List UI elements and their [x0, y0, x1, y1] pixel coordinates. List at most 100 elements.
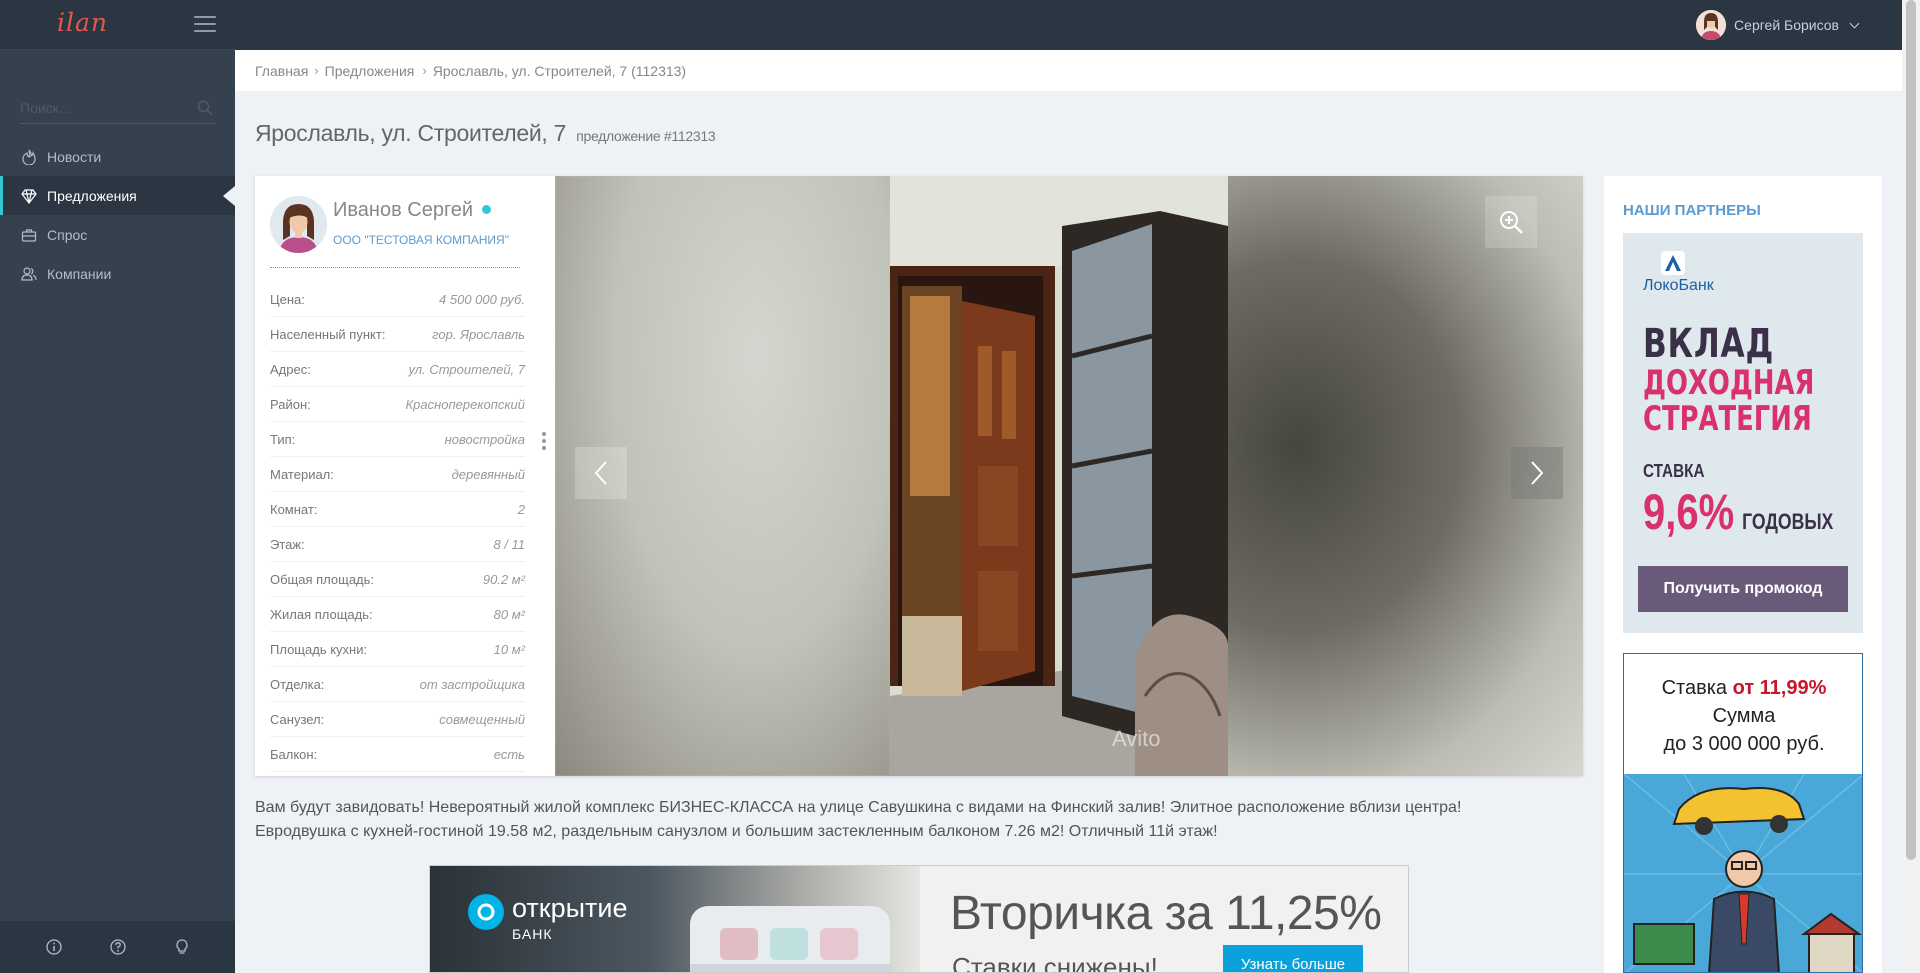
loan-ad[interactable]: Ставка от 11,99% Сумма до 3 000 000 руб. [1623, 653, 1863, 973]
photo-gallery: Avito [555, 176, 1583, 776]
ad-rate-label: СТАВКА [1643, 461, 1705, 481]
user-menu[interactable]: Сергей Борисов [1696, 10, 1860, 40]
property-label: Тип: [270, 431, 296, 447]
ad-rate: 9,6% ГОДОВЫХ [1643, 483, 1833, 541]
sidebar-item-companies[interactable]: Компании [0, 254, 235, 293]
property-label: Населенный пункт: [270, 326, 386, 342]
gallery-prev-button[interactable] [575, 447, 627, 499]
sidebar-item-label: Спрос [47, 226, 88, 243]
chevron-right-icon [1531, 461, 1544, 485]
property-value: Красноперекопский [405, 396, 525, 412]
zoom-icon [1500, 211, 1523, 234]
property-row: Адрес: ул. Строителей, 7 [270, 352, 525, 387]
property-label: Балкон: [270, 746, 318, 762]
app-logo[interactable]: ilan [57, 8, 108, 37]
property-value: ул. Строителей, 7 [408, 361, 525, 377]
agent-name-text: Иванов Сергей [333, 199, 474, 221]
sidebar-item-label: Предложения [47, 187, 137, 204]
gallery-next-button[interactable] [1511, 447, 1563, 499]
agent-company[interactable]: ООО "ТЕСТОВАЯ КОМПАНИЯ" [333, 233, 509, 247]
lokobank-ad[interactable]: ЛокоБанк ВКЛАД ДОХОДНАЯ СТРАТЕГИЯ СТАВКА… [1623, 233, 1863, 633]
gallery-photo[interactable]: Avito [890, 176, 1228, 776]
learn-more-button[interactable]: Узнать больше [1223, 945, 1363, 972]
info-icon[interactable] [45, 938, 63, 956]
loan-ad-line-1: Ставка от 11,99% [1624, 674, 1862, 702]
banner-brand: открытие [512, 893, 628, 923]
bank-ad-banner[interactable]: открытие БАНК Вторичка за 11,25% Ставки … [429, 865, 1409, 973]
partners-title: НАШИ ПАРТНЕРЫ [1623, 202, 1761, 219]
property-label: Отделка: [270, 676, 325, 692]
breadcrumb-current: Ярославль, ул. Строителей, 7 (112313) [432, 62, 687, 79]
chevron-left-icon [594, 461, 607, 485]
property-row: Санузел: совмещенный [270, 702, 525, 737]
agent-name[interactable]: Иванов Сергей [333, 199, 492, 222]
help-icon[interactable] [109, 938, 127, 956]
sidebar-item-demand[interactable]: Спрос [0, 215, 235, 254]
pillow [720, 928, 758, 960]
property-value: 8 / 11 [493, 536, 525, 552]
loan-ad-line-3: до 3 000 000 руб. [1663, 733, 1825, 755]
property-value: новостройка [444, 431, 525, 447]
partners-panel: НАШИ ПАРТНЕРЫ ЛокоБанк ВКЛАД ДОХОДНАЯ СТ… [1604, 176, 1882, 973]
top-bar: ilan Сергей Борисов [0, 0, 1902, 50]
sidebar: Новости Предложения Спрос Компании [0, 50, 235, 973]
breadcrumb-separator: › [314, 63, 319, 78]
page-scrollbar[interactable] [1902, 0, 1920, 973]
sofa-illustration [690, 906, 890, 972]
get-promocode-button[interactable]: Получить промокод [1638, 566, 1848, 612]
property-value: 90.2 м² [482, 571, 525, 587]
sidebar-item-offers[interactable]: Предложения [0, 176, 235, 215]
property-row: Район: Красноперекопский [270, 387, 525, 422]
zoom-button[interactable] [1485, 196, 1537, 248]
ad-line-2: ДОХОДНАЯ [1643, 363, 1815, 403]
diamond-icon [20, 187, 38, 205]
description-line: Евродвушка с кухней-гостиной 19.58 м2, р… [255, 823, 1218, 840]
online-status-icon [482, 205, 492, 214]
search-icon[interactable] [197, 100, 213, 116]
banner-headline: Вторичка за 11,25% [950, 887, 1382, 940]
page-title: Ярославль, ул. Строителей, 7 предложение… [255, 120, 716, 147]
agent-avatar[interactable] [270, 196, 327, 253]
property-value: есть [493, 746, 525, 762]
property-row: Цена: 4 500 000 руб. [270, 282, 525, 317]
loan-ad-rate-prefix: Ставка [1661, 677, 1733, 699]
divider [270, 267, 520, 268]
offer-card: Иванов Сергей ООО "ТЕСТОВАЯ КОМПАНИЯ" Це… [255, 176, 1583, 776]
property-row: Населенный пункт: гор. Ярославль [270, 317, 525, 352]
property-label: Этаж: [270, 536, 305, 552]
banner-brand-sub: БАНК [512, 926, 553, 942]
sidebar-nav: Новости Предложения Спрос Компании [0, 137, 235, 293]
briefcase-icon [20, 226, 38, 244]
lightbulb-icon[interactable] [173, 938, 191, 956]
property-label: Жилая площадь: [270, 606, 373, 622]
user-avatar [1696, 10, 1727, 40]
ad-line: ДОХОДНАЯ СТРАТЕГИЯ [1643, 365, 1814, 437]
property-label: Адрес: [270, 361, 311, 377]
loan-ad-rate: от 11,99% [1732, 677, 1827, 699]
page-subtitle: предложение #112313 [576, 128, 716, 144]
chevron-down-icon [1849, 18, 1860, 28]
property-value: деревянный [451, 466, 525, 482]
property-row: Площадь кухни: 10 м² [270, 632, 525, 667]
search-input[interactable] [20, 94, 190, 122]
more-options-icon[interactable] [541, 432, 547, 454]
property-row: Материал: деревянный [270, 457, 525, 492]
property-label: Общая площадь: [270, 571, 375, 587]
breadcrumb-offers[interactable]: Предложения [325, 63, 415, 79]
property-row: Этаж: 8 / 11 [270, 527, 525, 562]
otkritie-logo: открытие БАНК [468, 894, 628, 942]
property-value: 80 м² [493, 606, 525, 622]
page-title-text: Ярославль, ул. Строителей, 7 [255, 120, 567, 146]
scrollbar-thumb[interactable] [1906, 0, 1916, 860]
sidebar-item-news[interactable]: Новости [0, 137, 235, 176]
flame-icon [20, 148, 38, 166]
lokobank-logo-icon [1661, 251, 1685, 275]
lokobank-logo: ЛокоБанк [1643, 251, 1714, 295]
property-label: Площадь кухни: [270, 641, 368, 657]
ad-rate-suffix: ГОДОВЫХ [1742, 509, 1834, 534]
breadcrumb-home[interactable]: Главная [255, 63, 308, 79]
breadcrumb-separator: › [422, 63, 427, 78]
photo-watermark: Avito [1112, 726, 1161, 751]
menu-toggle-icon[interactable] [194, 16, 216, 34]
sidebar-search [20, 94, 215, 124]
